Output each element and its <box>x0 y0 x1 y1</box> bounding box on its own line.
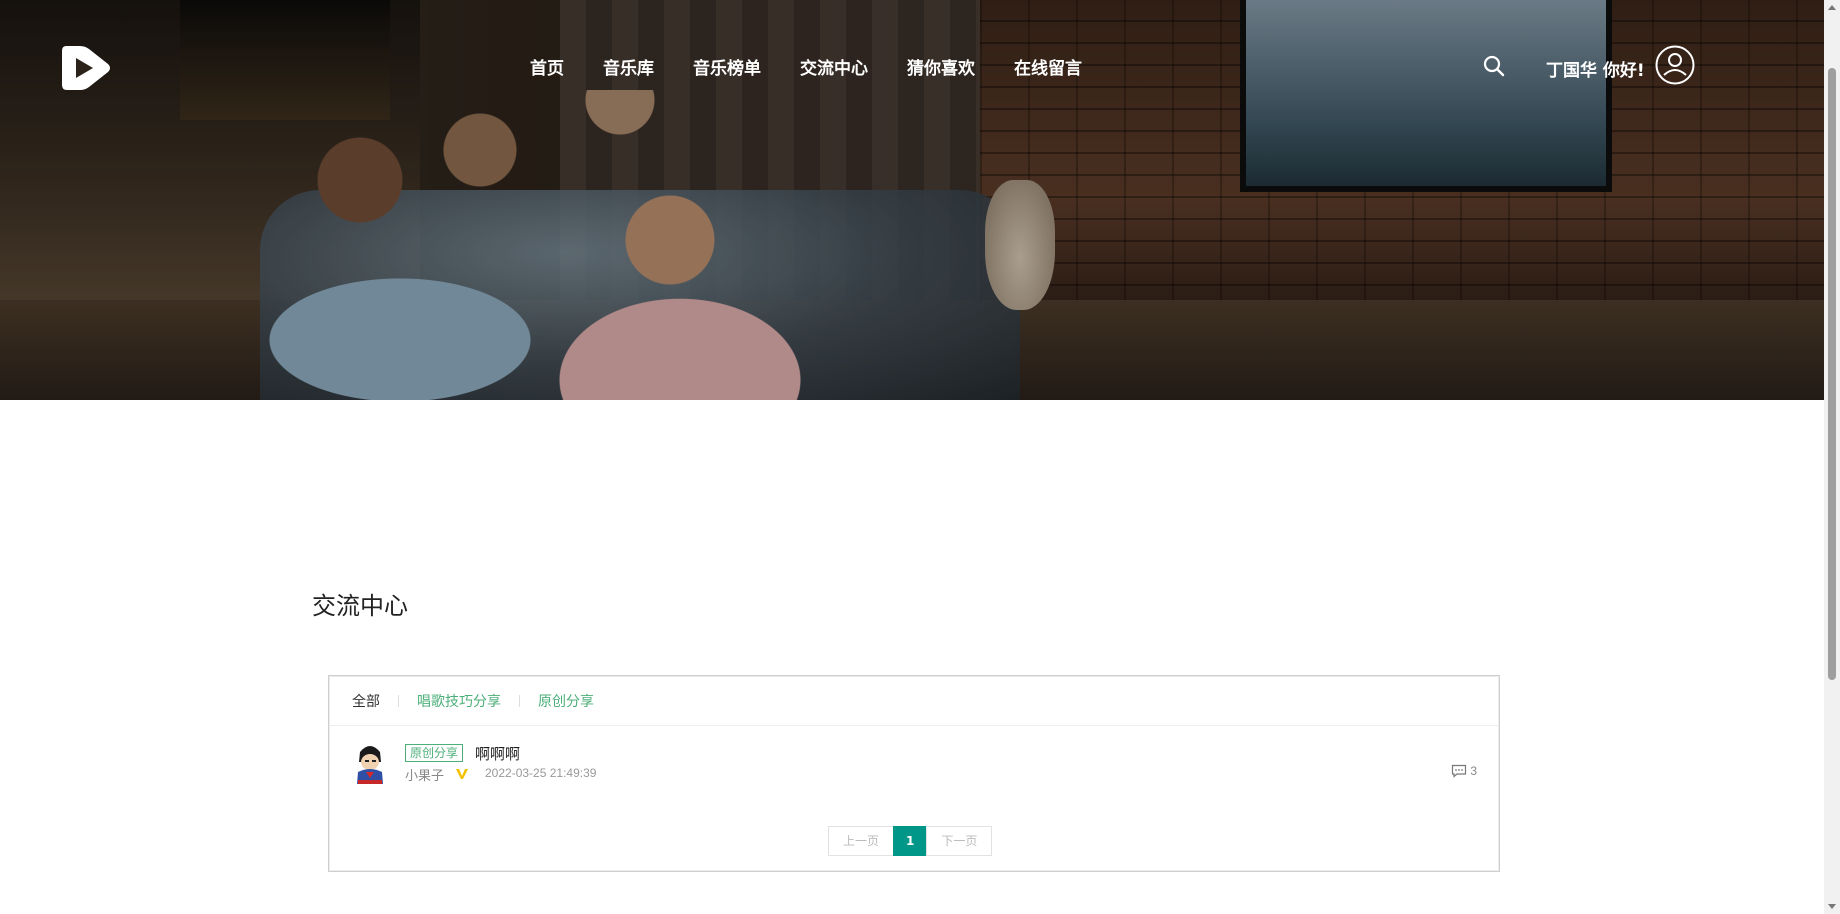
nav-community[interactable]: 交流中心 <box>800 54 868 79</box>
community-panel: 全部 唱歌技巧分享 原创分享 原创分享 啊啊啊 小果子 2022-03-25 2… <box>328 675 1500 872</box>
tab-divider <box>519 694 520 707</box>
scroll-down-arrow-icon[interactable] <box>1828 904 1836 909</box>
post-title[interactable]: 啊啊啊 <box>475 743 520 764</box>
post-list-item[interactable]: 原创分享 啊啊啊 小果子 2022-03-25 21:49:39 3 <box>351 742 1477 792</box>
nav-recommend[interactable]: 猜你喜欢 <box>907 54 975 79</box>
tab-original-share[interactable]: 原创分享 <box>538 691 594 711</box>
user-greeting: 丁国华 你好! <box>1546 61 1645 81</box>
tab-singing-tips[interactable]: 唱歌技巧分享 <box>417 691 501 711</box>
nav-home[interactable]: 首页 <box>530 54 564 79</box>
tab-divider <box>398 694 399 707</box>
play-logo-icon[interactable] <box>58 40 114 96</box>
search-icon[interactable] <box>1483 55 1505 77</box>
main-nav: 首页 音乐库 音乐榜单 交流中心 猜你喜欢 在线留言 <box>530 54 1121 79</box>
pagination: 上一页 1 下一页 <box>828 826 993 856</box>
comment-count-value: 3 <box>1470 764 1477 778</box>
verified-icon <box>455 766 469 780</box>
next-page-button[interactable]: 下一页 <box>926 826 993 856</box>
nav-music-library[interactable]: 音乐库 <box>603 54 654 79</box>
tab-all[interactable]: 全部 <box>352 691 380 711</box>
avatar[interactable] <box>351 742 389 786</box>
post-time: 2022-03-25 21:49:39 <box>485 766 597 780</box>
nav-messages[interactable]: 在线留言 <box>1014 54 1082 79</box>
prev-page-button[interactable]: 上一页 <box>828 826 895 856</box>
nav-music-charts[interactable]: 音乐榜单 <box>693 54 761 79</box>
scroll-up-arrow-icon[interactable] <box>1828 5 1836 10</box>
user-circle-icon[interactable] <box>1655 45 1695 85</box>
page-title: 交流中心 <box>312 592 408 620</box>
scroll-thumb[interactable] <box>1828 68 1836 680</box>
current-page[interactable]: 1 <box>893 826 928 856</box>
category-tabs: 全部 唱歌技巧分享 原创分享 <box>329 676 1499 726</box>
post-category-tag[interactable]: 原创分享 <box>405 744 464 762</box>
comment-count[interactable]: 3 <box>1451 764 1477 778</box>
page-scrollbar[interactable] <box>1824 0 1840 914</box>
post-author[interactable]: 小果子 <box>405 765 444 784</box>
comment-icon <box>1452 764 1467 778</box>
